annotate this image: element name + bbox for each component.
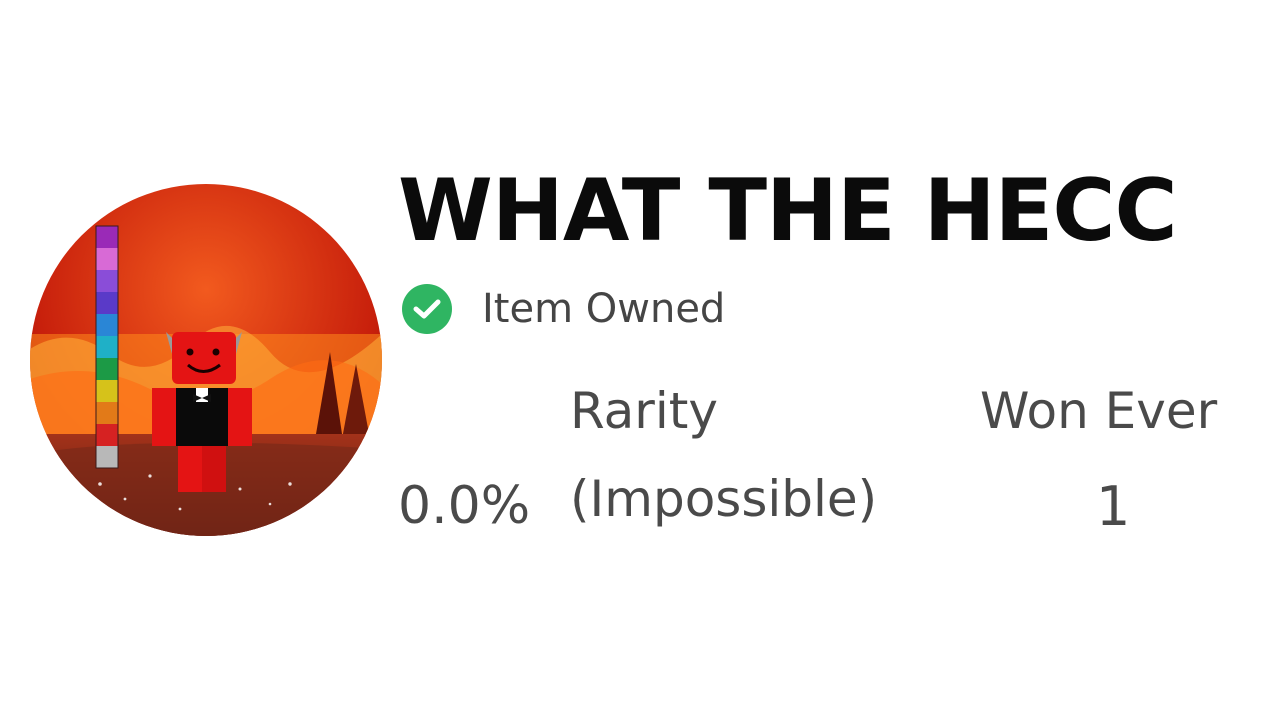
won-ever-heading: Won Ever bbox=[980, 382, 1218, 440]
rarity-percent: 0.0% bbox=[398, 476, 531, 536]
owned-label: Item Owned bbox=[482, 286, 726, 332]
item-card: WHAT THE HECC Item Owned Rarity 0.0% (Im… bbox=[0, 0, 1280, 720]
checkmark-icon bbox=[402, 284, 452, 334]
item-badge-image bbox=[30, 184, 382, 536]
won-ever-value: 1 bbox=[1096, 475, 1131, 538]
item-title: WHAT THE HECC bbox=[398, 161, 1178, 261]
rarity-tier: (Impossible) bbox=[570, 470, 878, 528]
owned-status: Item Owned bbox=[402, 284, 725, 334]
rarity-heading: Rarity bbox=[570, 382, 718, 440]
